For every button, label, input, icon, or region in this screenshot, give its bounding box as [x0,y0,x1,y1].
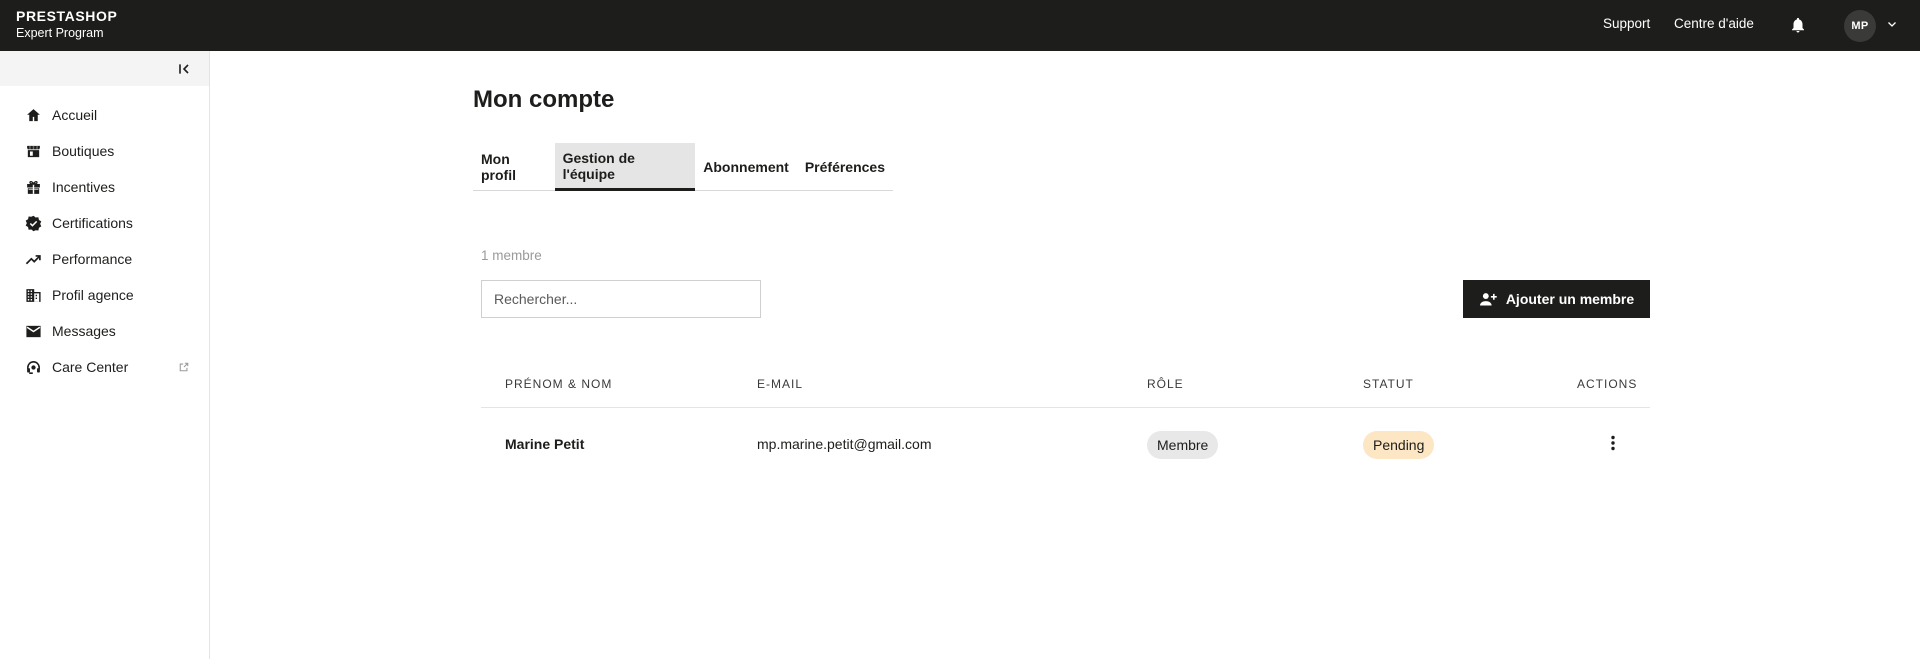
status-badge: Pending [1363,431,1435,459]
user-avatar[interactable]: MP [1844,10,1876,42]
table-row: Marine Petit mp.marine.petit@gmail.com M… [481,408,1650,480]
sidebar-item-label: Profil agence [52,287,134,303]
sidebar-item-certifications[interactable]: Certifications [0,205,209,241]
account-tabs: Mon profil Gestion de l'équipe Abonnemen… [473,143,893,191]
role-badge: Membre [1147,431,1219,459]
column-header-role[interactable]: RÔLE [1147,377,1184,391]
sidebar-item-care-center[interactable]: Care Center [0,349,209,385]
member-email: mp.marine.petit@gmail.com [757,436,932,452]
help-center-link[interactable]: Centre d'aide [1674,16,1754,31]
mail-icon [26,325,41,337]
sidebar-item-label: Boutiques [52,143,115,159]
tab-preferences[interactable]: Préférences [797,143,893,190]
member-name: Marine Petit [505,436,585,452]
verified-icon [25,215,42,231]
page-title: Mon compte [473,86,615,113]
add-member-button[interactable]: Ajouter un membre [1463,280,1650,318]
trending-up-icon [25,254,41,264]
sidebar-item-label: Performance [52,251,133,267]
column-header-status[interactable]: STATUT [1363,377,1414,391]
top-bar: PRESTASHOP Expert Program Support Centre… [0,0,1920,51]
search-input[interactable] [481,280,761,318]
external-link-icon [179,362,189,372]
brand-name: PRESTASHOP [16,8,118,24]
store-icon [27,145,40,157]
sidebar-item-boutiques[interactable]: Boutiques [0,133,209,169]
column-header-email[interactable]: E-MAIL [757,377,803,391]
support-agent-icon [27,360,40,374]
tab-abonnement[interactable]: Abonnement [695,143,797,190]
brand-subtitle: Expert Program [16,25,104,40]
home-icon [27,108,40,121]
sidebar-item-profil-agence[interactable]: Profil agence [0,277,209,313]
sidebar-item-label: Accueil [52,107,98,123]
sidebar-item-performance[interactable]: Performance [0,241,209,277]
person-add-icon [1479,293,1497,306]
sidebar-item-label: Messages [52,323,116,339]
sidebar-item-label: Care Center [52,359,129,375]
sidebar-collapse-bar [0,51,209,86]
sidebar-nav: Accueil Boutiques Incentives Certificati… [0,97,209,385]
member-count: 1 membre [481,248,542,263]
gift-icon [27,180,40,194]
building-icon [26,288,41,302]
sidebar-item-accueil[interactable]: Accueil [0,97,209,133]
sidebar-item-incentives[interactable]: Incentives [0,169,209,205]
bell-icon[interactable] [1789,15,1807,35]
chevron-down-icon[interactable] [1886,18,1898,30]
sidebar-item-label: Incentives [52,179,116,195]
sidebar-item-label: Certifications [52,215,133,231]
column-header-name[interactable]: PRÉNOM & NOM [505,377,612,391]
add-member-label: Ajouter un membre [1505,291,1635,307]
brand-logo[interactable]: PRESTASHOP Expert Program [16,8,117,41]
collapse-sidebar-icon[interactable] [176,61,192,77]
tab-mon-profil[interactable]: Mon profil [473,143,555,190]
support-link[interactable]: Support [1603,16,1650,31]
sidebar: Accueil Boutiques Incentives Certificati… [0,51,210,659]
more-actions-icon[interactable] [1608,434,1618,452]
tab-gestion-equipe[interactable]: Gestion de l'équipe [554,143,696,191]
sidebar-item-messages[interactable]: Messages [0,313,209,349]
column-header-actions: ACTIONS [1577,377,1638,391]
table-header: PRÉNOM & NOM E-MAIL RÔLE STATUT ACTIONS [481,366,1650,408]
